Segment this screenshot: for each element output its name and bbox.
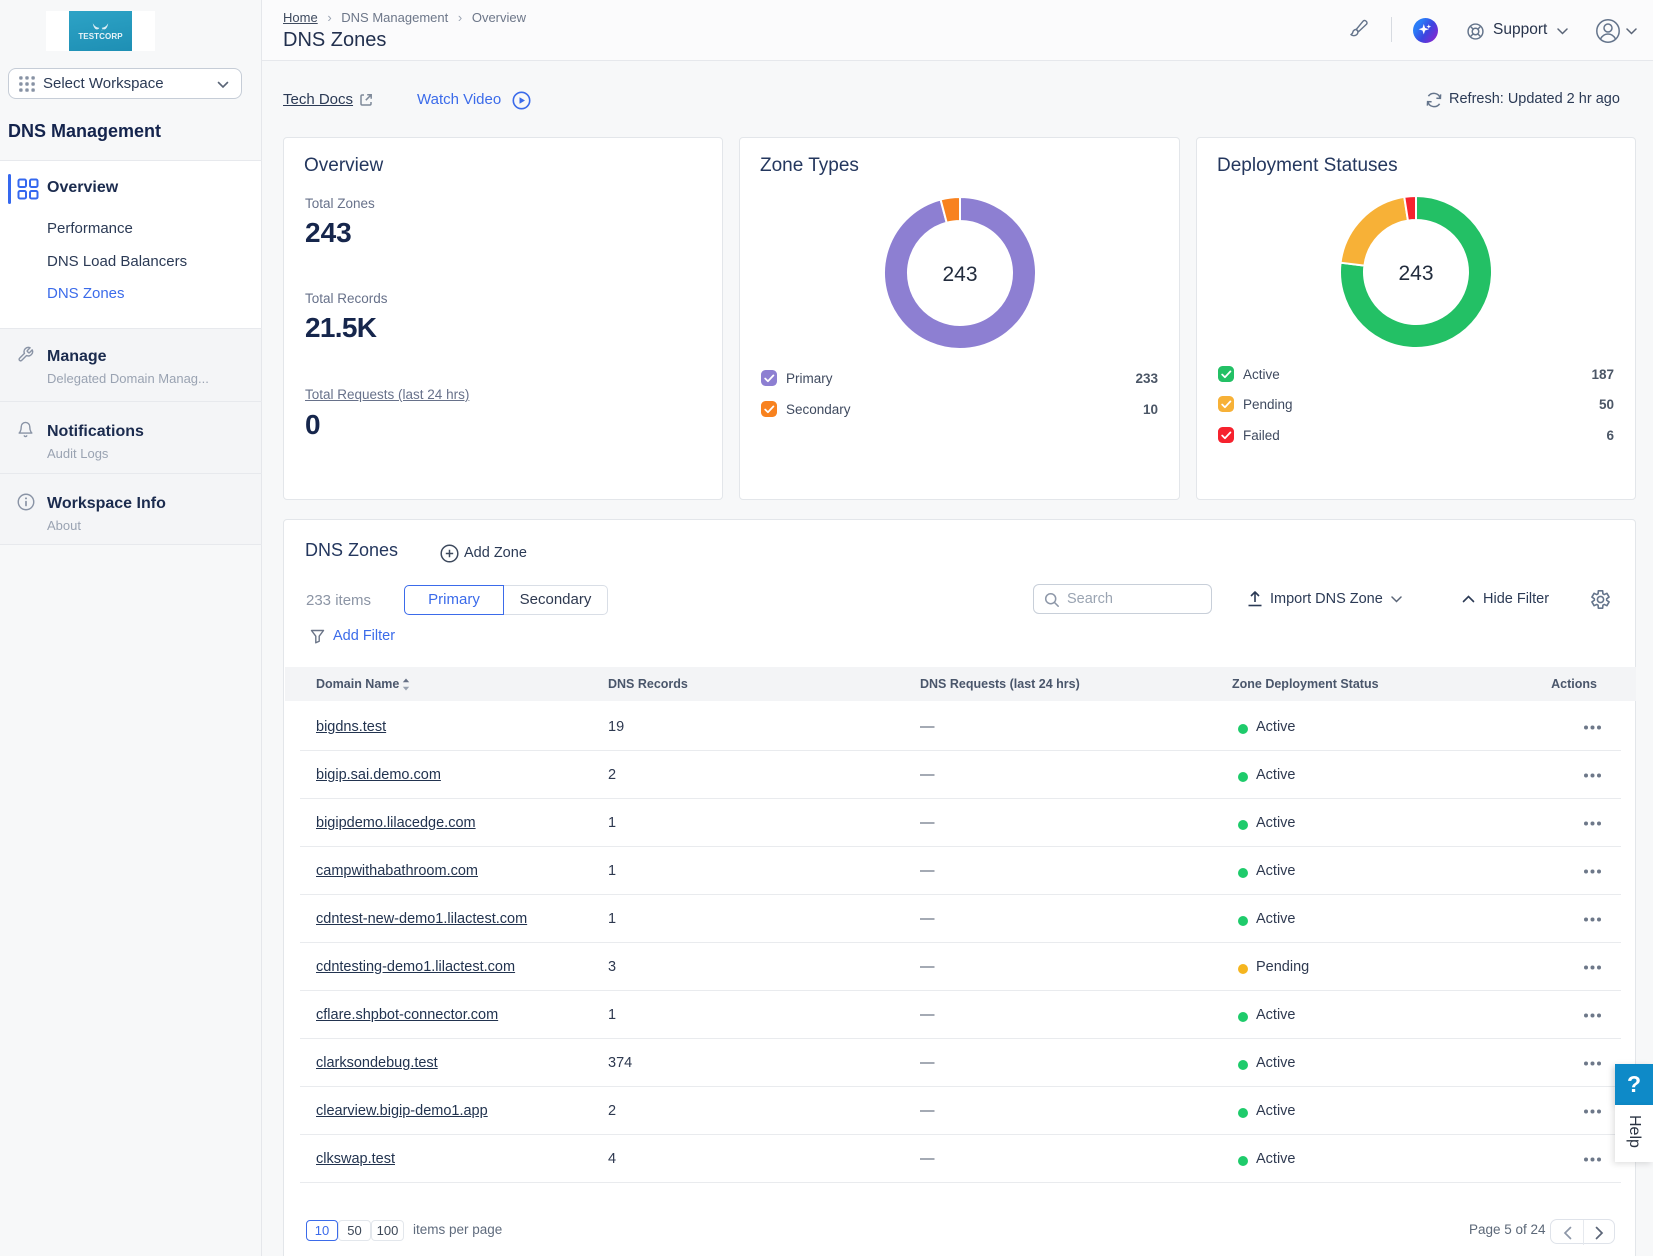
svg-text:243: 243 [1398,262,1433,285]
svg-text:TESTCORP: TESTCORP [78,32,123,41]
svg-text:243: 243 [942,263,977,286]
